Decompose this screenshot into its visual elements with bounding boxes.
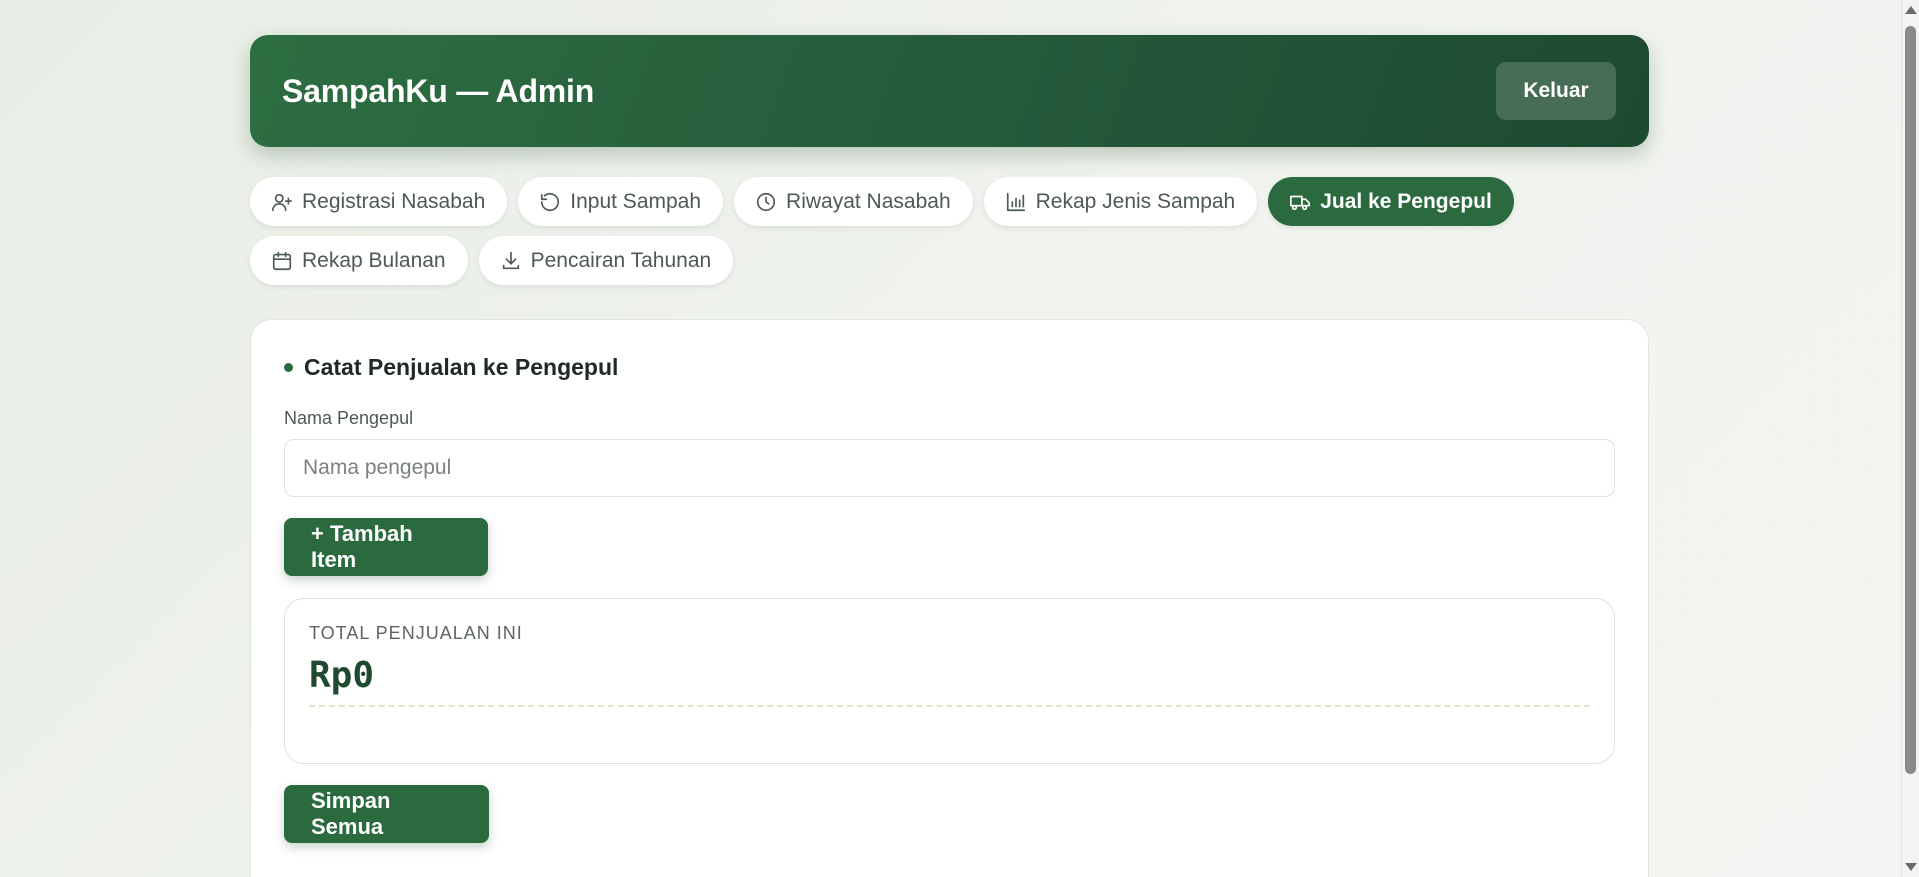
- tab-label: Rekap Bulanan: [302, 248, 446, 272]
- vertical-scrollbar[interactable]: [1901, 0, 1919, 877]
- download-icon: [502, 251, 519, 269]
- clock-icon: [756, 192, 776, 211]
- tab-label: Jual ke Pengepul: [1320, 189, 1492, 213]
- bar-chart-icon: [1006, 192, 1025, 211]
- tab-pencairan-tahunan[interactable]: Pencairan Tahunan: [478, 236, 734, 285]
- section-title-text: Catat Penjualan ke Pengepul: [304, 354, 619, 380]
- truck-icon: [1290, 195, 1311, 210]
- calendar-icon: [272, 251, 292, 270]
- tab-rekap-bulanan[interactable]: Rekap Bulanan: [250, 236, 468, 285]
- tab-input-sampah[interactable]: Input Sampah: [518, 177, 724, 226]
- scroll-up-arrow-icon[interactable]: [1905, 6, 1917, 14]
- tab-label: Registrasi Nasabah: [302, 189, 486, 213]
- app-header: SampahKu — Admin Keluar: [250, 35, 1649, 147]
- tab-label: Riwayat Nasabah: [786, 189, 951, 213]
- dashed-divider: [309, 705, 1590, 707]
- user-plus-icon: [272, 193, 292, 211]
- collector-name-input[interactable]: [284, 439, 1615, 497]
- tab-label: Input Sampah: [570, 189, 702, 213]
- section-title: Catat Penjualan ke Pengepul: [284, 354, 1615, 381]
- tab-label: Pencairan Tahunan: [530, 248, 712, 272]
- add-item-button[interactable]: + Tambah Item: [284, 518, 488, 576]
- total-summary: TOTAL PENJUALAN INI Rp0: [284, 598, 1615, 764]
- logout-button[interactable]: Keluar: [1496, 62, 1616, 120]
- tab-rekap-jenis-sampah[interactable]: Rekap Jenis Sampah: [983, 177, 1258, 226]
- total-value: Rp0: [309, 655, 375, 696]
- save-all-button[interactable]: Simpan Semua: [284, 785, 489, 843]
- collector-name-label: Nama Pengepul: [284, 408, 414, 428]
- tab-jual-ke-pengepul[interactable]: Jual ke Pengepul: [1268, 177, 1514, 226]
- refresh-icon: [541, 192, 560, 211]
- tab-registrasi-nasabah[interactable]: Registrasi Nasabah: [250, 177, 508, 226]
- total-label: TOTAL PENJUALAN INI: [309, 623, 523, 643]
- tab-riwayat-nasabah[interactable]: Riwayat Nasabah: [734, 177, 973, 226]
- bullet-dot: [284, 363, 293, 372]
- sales-card: Catat Penjualan ke Pengepul Nama Pengepu…: [250, 319, 1649, 877]
- tab-bar: Registrasi Nasabah Input Sampah Riwayat …: [250, 177, 1550, 285]
- scroll-thumb[interactable]: [1905, 26, 1916, 774]
- scroll-down-arrow-icon[interactable]: [1905, 863, 1917, 871]
- app-title: SampahKu — Admin: [282, 72, 595, 109]
- page-container: SampahKu — Admin Keluar Registrasi Nasab…: [250, 35, 1649, 877]
- tab-label: Rekap Jenis Sampah: [1035, 189, 1236, 213]
